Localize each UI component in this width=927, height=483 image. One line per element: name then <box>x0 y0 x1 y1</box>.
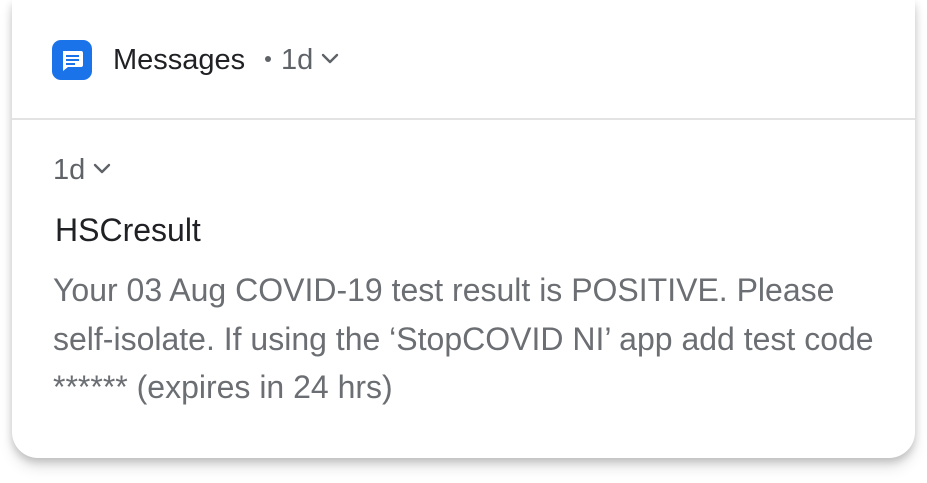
separator-dot <box>265 56 271 63</box>
chevron-down-icon[interactable] <box>321 53 339 65</box>
message-body: Your 03 Aug COVID-19 test result is POSI… <box>53 272 874 405</box>
notification-header[interactable]: Messages 1d <box>12 0 915 120</box>
app-name: Messages <box>113 44 246 76</box>
chat-bubble-icon <box>63 51 83 71</box>
header-meta: 1d <box>259 42 339 78</box>
message-sender: HSCresult <box>55 212 201 248</box>
chevron-down-icon[interactable] <box>93 163 111 175</box>
notification-card[interactable]: Messages 1d 1d HSCresult Your 03 Aug COV… <box>12 0 915 458</box>
header-timestamp: 1d <box>281 44 314 76</box>
message-timestamp: 1d <box>53 154 86 186</box>
messages-app-icon <box>52 40 92 80</box>
message-time[interactable]: 1d <box>53 152 111 188</box>
